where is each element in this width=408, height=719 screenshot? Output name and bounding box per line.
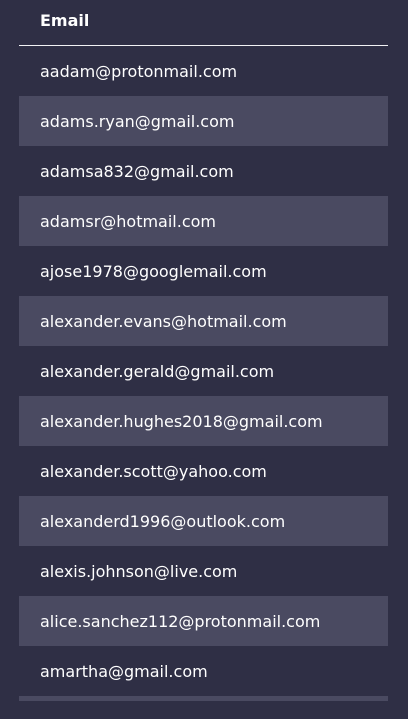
table-row[interactable]: alexanderd1996@outlook.com — [19, 496, 388, 546]
table-row[interactable]: alexander.evans@hotmail.com — [19, 296, 388, 346]
table-row[interactable]: alice.sanchez112@protonmail.com — [19, 596, 388, 646]
table-row[interactable]: alexander.gerald@gmail.com — [19, 346, 388, 396]
email-cell: alexanderd1996@outlook.com — [40, 511, 286, 531]
table-row[interactable]: adams.ryan@gmail.com — [19, 96, 388, 146]
email-cell: alice.sanchez112@protonmail.com — [40, 611, 321, 631]
table-row[interactable]: alexander.hughes2018@gmail.com — [19, 396, 388, 446]
table-row[interactable]: aadam@protonmail.com — [19, 46, 388, 96]
column-header-email[interactable]: Email — [19, 0, 388, 46]
email-cell: alexander.scott@yahoo.com — [40, 461, 267, 481]
email-cell: alexander.hughes2018@gmail.com — [40, 411, 323, 431]
table-row[interactable]: amartha@gmail.com — [19, 646, 388, 696]
email-cell: alexander.evans@hotmail.com — [40, 311, 287, 331]
email-cell: alexis.johnson@live.com — [40, 561, 238, 581]
email-table: Email aadam@protonmail.com adams.ryan@gm… — [19, 0, 388, 701]
email-cell: alexander.gerald@gmail.com — [40, 361, 275, 381]
table-row-partial[interactable] — [19, 696, 388, 701]
email-cell: aadam@protonmail.com — [40, 61, 238, 81]
table-row[interactable]: alexander.scott@yahoo.com — [19, 446, 388, 496]
table-row[interactable]: alexis.johnson@live.com — [19, 546, 388, 596]
email-cell: adams.ryan@gmail.com — [40, 111, 235, 131]
table-row[interactable]: adamsr@hotmail.com — [19, 196, 388, 246]
email-list: aadam@protonmail.com adams.ryan@gmail.co… — [19, 46, 388, 701]
email-cell: adamsr@hotmail.com — [40, 211, 217, 231]
email-cell: amartha@gmail.com — [40, 661, 208, 681]
email-cell: adamsa832@gmail.com — [40, 161, 234, 181]
table-row[interactable]: adamsa832@gmail.com — [19, 146, 388, 196]
table-row[interactable]: ajose1978@googlemail.com — [19, 246, 388, 296]
column-header-label: Email — [40, 11, 90, 30]
email-cell: ajose1978@googlemail.com — [40, 261, 267, 281]
